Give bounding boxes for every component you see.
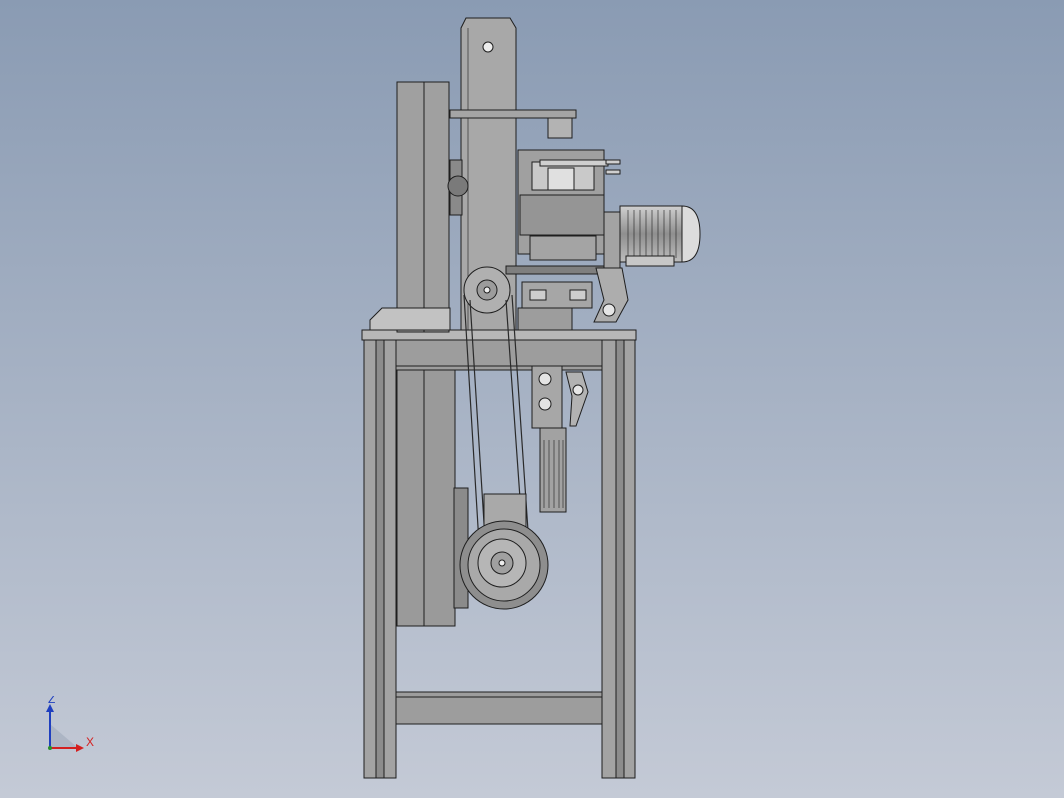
linkage-hole-1 bbox=[538, 372, 552, 386]
side-bearing bbox=[447, 175, 469, 197]
lower-motor bbox=[453, 487, 549, 610]
drive-motor bbox=[603, 205, 701, 269]
head-lower-plate bbox=[529, 235, 597, 261]
linkage-bracket bbox=[565, 371, 589, 427]
x-axis-arrow bbox=[76, 744, 84, 752]
x-axis-label: X bbox=[86, 735, 94, 749]
upper-pulley-bore bbox=[483, 286, 491, 294]
belt-arm-top-hole bbox=[482, 41, 494, 53]
adjust-knob-2 bbox=[605, 169, 621, 175]
belt-grinder-assembly-model[interactable] bbox=[0, 0, 1064, 798]
triad-plane bbox=[50, 724, 78, 748]
rear-column-lower bbox=[396, 369, 456, 627]
tension-lever-pivot bbox=[602, 303, 616, 317]
motor-terminal-box bbox=[625, 255, 675, 267]
linkage-bracket-pivot bbox=[572, 384, 584, 396]
column-base-block bbox=[369, 307, 451, 331]
axis-triad: Z X bbox=[46, 696, 94, 752]
z-axis-label: Z bbox=[48, 696, 55, 706]
lower-linkage bbox=[531, 365, 589, 513]
bracket-tab bbox=[547, 117, 573, 139]
head-housing-panel bbox=[519, 194, 605, 236]
adjust-knob-1 bbox=[605, 159, 621, 165]
stand-leg-inner-right bbox=[615, 337, 625, 779]
top-bracket-bar bbox=[449, 109, 577, 119]
lower-pulley-bore bbox=[498, 559, 506, 567]
motor-end-cap bbox=[681, 205, 701, 263]
rear-column-upper bbox=[396, 81, 450, 333]
head-spring-block bbox=[547, 167, 575, 191]
motor-body bbox=[619, 205, 683, 263]
pulley-housing-slot-2 bbox=[569, 289, 587, 301]
tension-housing-lower bbox=[517, 307, 573, 331]
pulley-housing-slot-1 bbox=[529, 289, 547, 301]
stand-leg-inner-left bbox=[375, 337, 385, 779]
cad-viewport[interactable]: Z X bbox=[0, 0, 1064, 798]
linkage-hole-2 bbox=[538, 397, 552, 411]
adjust-rod bbox=[539, 159, 609, 167]
motor-mount-plate bbox=[603, 211, 621, 269]
triad-origin bbox=[48, 746, 52, 750]
